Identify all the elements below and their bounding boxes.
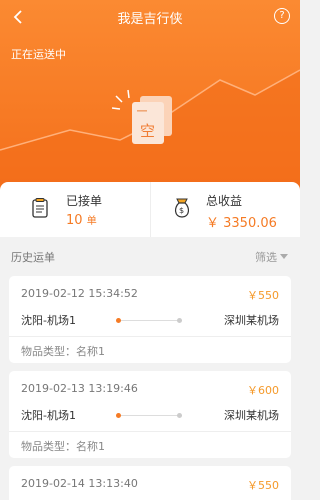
order-card[interactable]: 2019-02-14 13:13:40 ￥550 [9, 466, 291, 500]
order-destination: 深圳某机场 [224, 409, 279, 422]
order-time: 2019-02-13 13:19:46 [21, 382, 138, 395]
order-price: ￥550 [247, 289, 279, 302]
accepted-orders-value: 10 单 [66, 213, 97, 228]
total-income-value: ￥ 3350.06 [206, 216, 277, 231]
divider [9, 431, 291, 432]
filter-button[interactable]: 筛选 [255, 249, 288, 265]
order-origin: 沈阳-机场1 [21, 409, 76, 422]
header-banner: 我是吉行侠 ? 正在运送中 空 [0, 0, 300, 190]
order-time: 2019-02-12 15:34:52 [21, 287, 138, 300]
dropdown-triangle-icon [280, 254, 288, 259]
svg-text:$: $ [179, 206, 184, 215]
divider [9, 336, 291, 337]
back-arrow-icon[interactable] [8, 7, 28, 27]
history-title: 历史运单 [11, 251, 55, 264]
top-bar: 我是吉行侠 ? [0, 0, 300, 34]
clipboard-icon [32, 198, 48, 218]
order-price: ￥600 [247, 384, 279, 397]
order-price: ￥550 [247, 479, 279, 492]
route-indicator [116, 318, 182, 324]
accepted-orders-label: 已接单 [66, 194, 103, 208]
total-income-label: 总收益 [206, 194, 243, 208]
stats-panel: 已接单 10 单 $ 总收益 ￥ 3350.06 [0, 182, 300, 237]
empty-label: 空 [140, 122, 155, 140]
order-time: 2019-02-14 13:13:40 [21, 477, 138, 490]
order-destination: 深圳某机场 [224, 314, 279, 327]
order-item-type: 物品类型：名称1 [21, 345, 105, 358]
history-header: 历史运单 筛选 [0, 245, 300, 267]
route-indicator [116, 413, 182, 419]
status-text: 正在运送中 [11, 48, 66, 61]
money-bag-icon: $ [175, 198, 189, 218]
empty-document-icon: 空 [111, 88, 182, 158]
page-title: 我是吉行侠 [117, 11, 183, 27]
order-origin: 沈阳-机场1 [21, 314, 76, 327]
total-income-stat: $ 总收益 ￥ 3350.06 [150, 182, 300, 237]
help-icon[interactable]: ? [274, 8, 290, 24]
order-card[interactable]: 2019-02-12 15:34:52 ￥550 沈阳-机场1 深圳某机场 物品… [9, 276, 291, 363]
order-card[interactable]: 2019-02-13 13:19:46 ￥600 沈阳-机场1 深圳某机场 物品… [9, 371, 291, 458]
order-item-type: 物品类型：名称1 [21, 440, 105, 453]
accepted-orders-stat: 已接单 10 单 [0, 182, 150, 237]
